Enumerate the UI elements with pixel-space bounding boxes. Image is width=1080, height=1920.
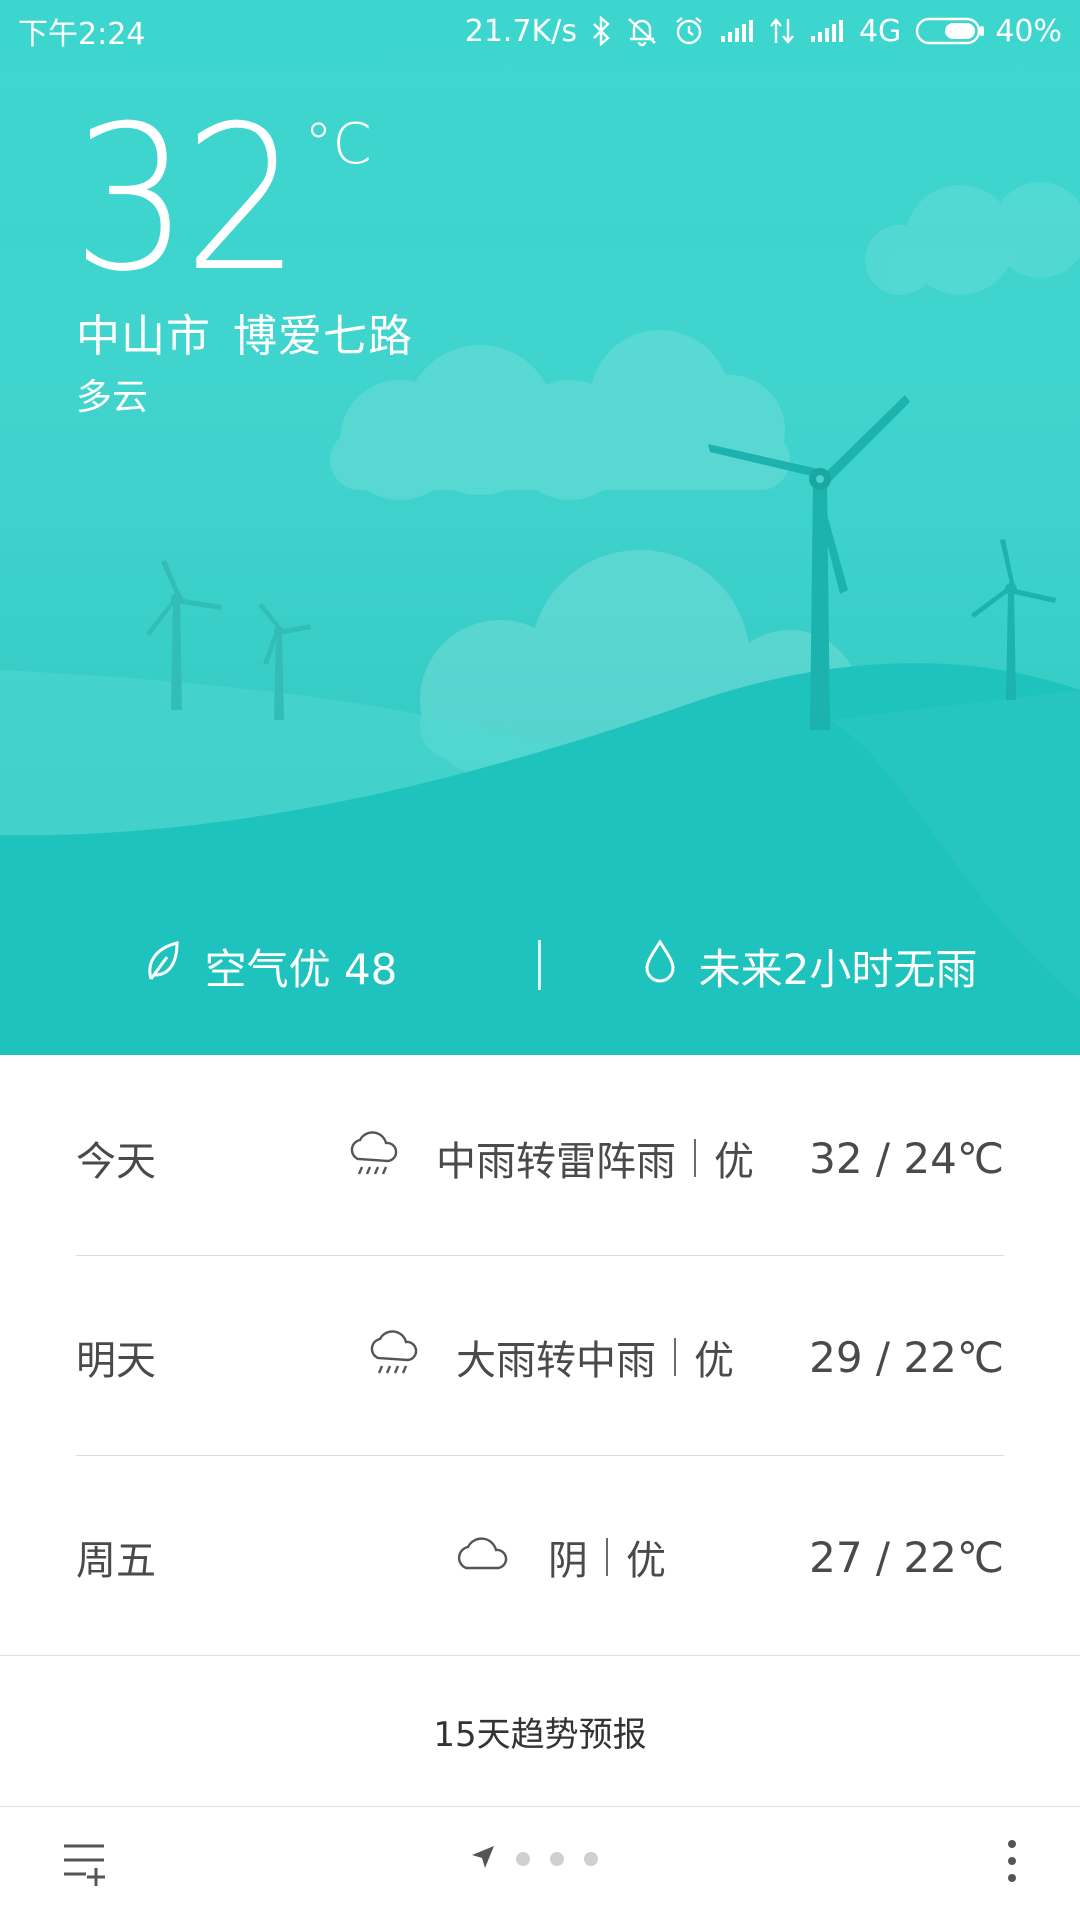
- temperature-value: 32: [72, 83, 301, 316]
- forecast-weather: 大雨转中雨: [456, 1338, 656, 1384]
- fifteen-day-trend-link[interactable]: 15天趋势预报: [0, 1656, 1080, 1806]
- alarm-icon: [673, 15, 705, 47]
- forecast-temps: 29 / 22℃: [809, 1332, 1004, 1382]
- rain-cloud-icon: [364, 1326, 422, 1388]
- pager-dot: [584, 1852, 598, 1866]
- forecast-aqi: 优: [626, 1538, 666, 1584]
- forecast-row-tomorrow[interactable]: 明天 大雨转中雨 优 29 / 22℃: [76, 1257, 1004, 1457]
- add-city-menu-icon[interactable]: [60, 1838, 108, 1892]
- forecast-day: 周五: [76, 1538, 156, 1584]
- summary-strip: 空气优 48 未来2小时无雨: [0, 930, 1080, 1002]
- city-name: 中山市: [76, 311, 211, 362]
- data-arrows-icon: [769, 17, 795, 45]
- network-type: 4G: [858, 13, 902, 49]
- rain-forecast-text: 未来2小时无雨: [698, 944, 978, 994]
- temperature-unit: °C: [304, 112, 372, 177]
- forecast-temps: 32 / 24℃: [809, 1133, 1004, 1183]
- forecast-day: 明天: [76, 1338, 156, 1384]
- mute-icon: [625, 15, 659, 47]
- signal-icon: [809, 18, 845, 44]
- forecast-row-friday[interactable]: 周五 阴 优 27 / 22℃: [76, 1457, 1004, 1657]
- net-speed: 21.7K/s: [464, 13, 577, 49]
- status-time: 下午2:24: [18, 17, 146, 52]
- bluetooth-icon: [591, 16, 611, 46]
- leaf-icon: [143, 939, 183, 993]
- more-vertical-icon[interactable]: [1000, 1836, 1024, 1890]
- rain-forecast[interactable]: 未来2小时无雨: [540, 936, 1080, 997]
- current-condition: 多云: [76, 377, 149, 418]
- air-quality-text: 空气优 48: [204, 944, 398, 994]
- bottom-toolbar: [0, 1806, 1080, 1920]
- battery-icon: [915, 17, 985, 45]
- location-arrow-icon: [470, 1844, 496, 1874]
- pager-dot: [550, 1852, 564, 1866]
- location[interactable]: 中山市 博爱七路: [76, 300, 413, 364]
- forecast-temps: 27 / 22℃: [809, 1532, 1004, 1582]
- signal-icon: [719, 18, 755, 44]
- separator: [674, 1338, 676, 1376]
- street-name: 博爱七路: [233, 311, 413, 362]
- forecast-row-today[interactable]: 今天 中雨转雷阵雨 优 32 / 24℃: [76, 1058, 1004, 1258]
- divider: [538, 940, 541, 990]
- air-quality[interactable]: 空气优 48: [0, 936, 540, 997]
- separator: [606, 1538, 608, 1576]
- rain-cloud-icon: [344, 1127, 402, 1189]
- battery-percent: 40%: [995, 13, 1062, 49]
- status-bar: 下午2:24 21.7K/s 4G 40%: [0, 0, 1080, 62]
- current-temperature: 32 °C: [72, 100, 372, 300]
- forecast-aqi: 优: [694, 1338, 734, 1384]
- city-pager[interactable]: [470, 1844, 598, 1874]
- row-divider: [76, 1455, 1004, 1456]
- drop-icon: [643, 939, 677, 993]
- separator: [694, 1139, 696, 1177]
- forecast-weather: 阴: [548, 1538, 588, 1584]
- cloud-icon: [452, 1530, 514, 1584]
- forecast-aqi: 优: [714, 1139, 754, 1185]
- pager-dot: [516, 1852, 530, 1866]
- trend-link-label: 15天趋势预报: [433, 1714, 647, 1755]
- weather-hero: 下午2:24 21.7K/s 4G 40% 32 °C 中山市 博爱七路 多云 …: [0, 0, 1080, 1055]
- forecast-weather: 中雨转雷阵雨: [436, 1139, 676, 1185]
- row-divider: [76, 1255, 1004, 1256]
- forecast-day: 今天: [76, 1139, 156, 1185]
